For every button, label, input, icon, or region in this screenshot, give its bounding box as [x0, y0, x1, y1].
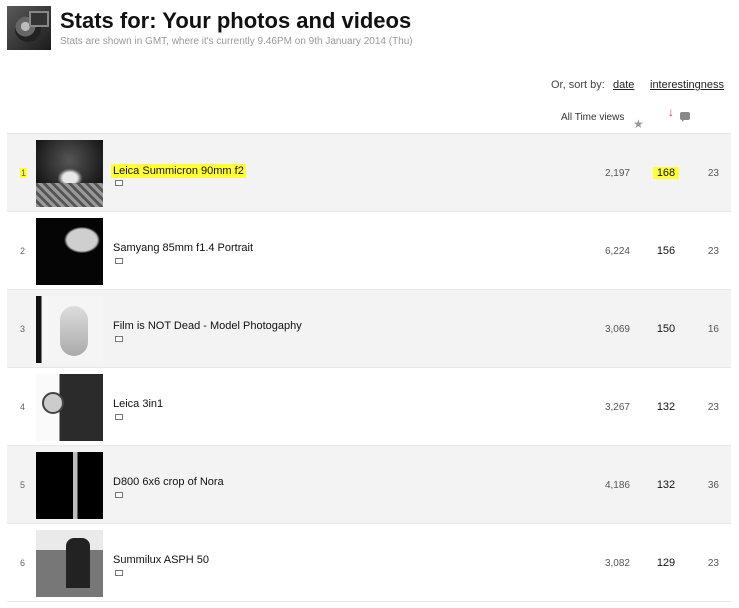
favs-count: 132 — [656, 401, 676, 413]
rank-number: 3 — [20, 324, 26, 334]
rank-number: 6 — [20, 558, 26, 568]
column-headers: All Time views ★ ↓ — [0, 105, 739, 131]
photo-thumbnail[interactable] — [36, 452, 103, 519]
favs-count: 129 — [656, 557, 676, 569]
photo-title-link[interactable]: Leica 3in1 — [113, 398, 163, 410]
list-item: 1 Leica Summicron 90mm f2 2,197 168 23 — [7, 134, 731, 212]
photo-thumbnail[interactable] — [36, 218, 103, 285]
rank-number: 4 — [20, 402, 26, 412]
views-count: 4,186 — [604, 480, 630, 491]
photo-thumbnail[interactable] — [36, 140, 103, 207]
photo-thumbnail[interactable] — [36, 374, 103, 441]
set-icon — [115, 568, 128, 576]
views-count: 3,069 — [604, 324, 630, 335]
sort-bar: Or, sort by: date interestingness — [0, 79, 739, 95]
comments-count: 23 — [707, 402, 719, 413]
favs-count: 150 — [656, 323, 676, 335]
comment-icon[interactable] — [680, 112, 690, 122]
photo-title-link[interactable]: Leica Summicron 90mm f2 — [111, 164, 246, 178]
list-item: 4 Leica 3in1 3,267 132 23 — [7, 368, 731, 446]
rank-number: 1 — [20, 168, 28, 178]
set-icon — [115, 412, 128, 420]
set-icon — [115, 334, 128, 342]
photo-stats-list: 1 Leica Summicron 90mm f2 2,197 168 23 2… — [7, 133, 731, 602]
page-header: Stats for: Your photos and videos Stats … — [0, 0, 739, 60]
photo-title-link[interactable]: Samyang 85mm f1.4 Portrait — [113, 242, 253, 254]
views-count: 2,197 — [604, 168, 630, 179]
star-icon[interactable]: ★ — [633, 117, 644, 131]
set-icon — [115, 490, 128, 498]
comments-count: 23 — [707, 558, 719, 569]
sort-arrow-icon: ↓ — [668, 105, 674, 119]
all-time-views-header[interactable]: All Time views — [561, 112, 624, 123]
set-icon — [115, 256, 128, 264]
sort-by-date-link[interactable]: date — [613, 79, 634, 91]
favs-count: 132 — [656, 479, 676, 491]
list-item: 5 D800 6x6 crop of Nora 4,186 132 36 — [7, 446, 731, 524]
comments-count: 23 — [707, 168, 719, 179]
favs-count: 156 — [656, 245, 676, 257]
photo-thumbnail[interactable] — [36, 530, 103, 597]
page-title: Stats for: Your photos and videos — [60, 8, 412, 33]
comments-count: 23 — [707, 246, 719, 257]
list-item: 6 Summilux ASPH 50 3,082 129 23 — [7, 524, 731, 602]
favs-count: 168 — [653, 167, 679, 179]
photo-title-link[interactable]: D800 6x6 crop of Nora — [113, 476, 224, 488]
photo-thumbnail[interactable] — [36, 296, 103, 363]
page-subtitle: Stats are shown in GMT, where it's curre… — [60, 36, 413, 47]
comments-count: 36 — [707, 480, 719, 491]
rank-number: 2 — [20, 246, 26, 256]
sort-label: Or, sort by: — [551, 79, 605, 91]
set-icon — [115, 178, 128, 186]
views-count: 3,267 — [604, 402, 630, 413]
sort-by-interestingness-link[interactable]: interestingness — [650, 79, 724, 91]
avatar[interactable] — [7, 6, 51, 50]
views-count: 3,082 — [604, 558, 630, 569]
list-item: 3 Film is NOT Dead - Model Photogaphy 3,… — [7, 290, 731, 368]
photo-title-link[interactable]: Film is NOT Dead - Model Photogaphy — [113, 320, 302, 332]
views-count: 6,224 — [604, 246, 630, 257]
rank-number: 5 — [20, 480, 26, 490]
list-item: 2 Samyang 85mm f1.4 Portrait 6,224 156 2… — [7, 212, 731, 290]
comments-count: 16 — [707, 324, 719, 335]
photo-title-link[interactable]: Summilux ASPH 50 — [113, 554, 209, 566]
